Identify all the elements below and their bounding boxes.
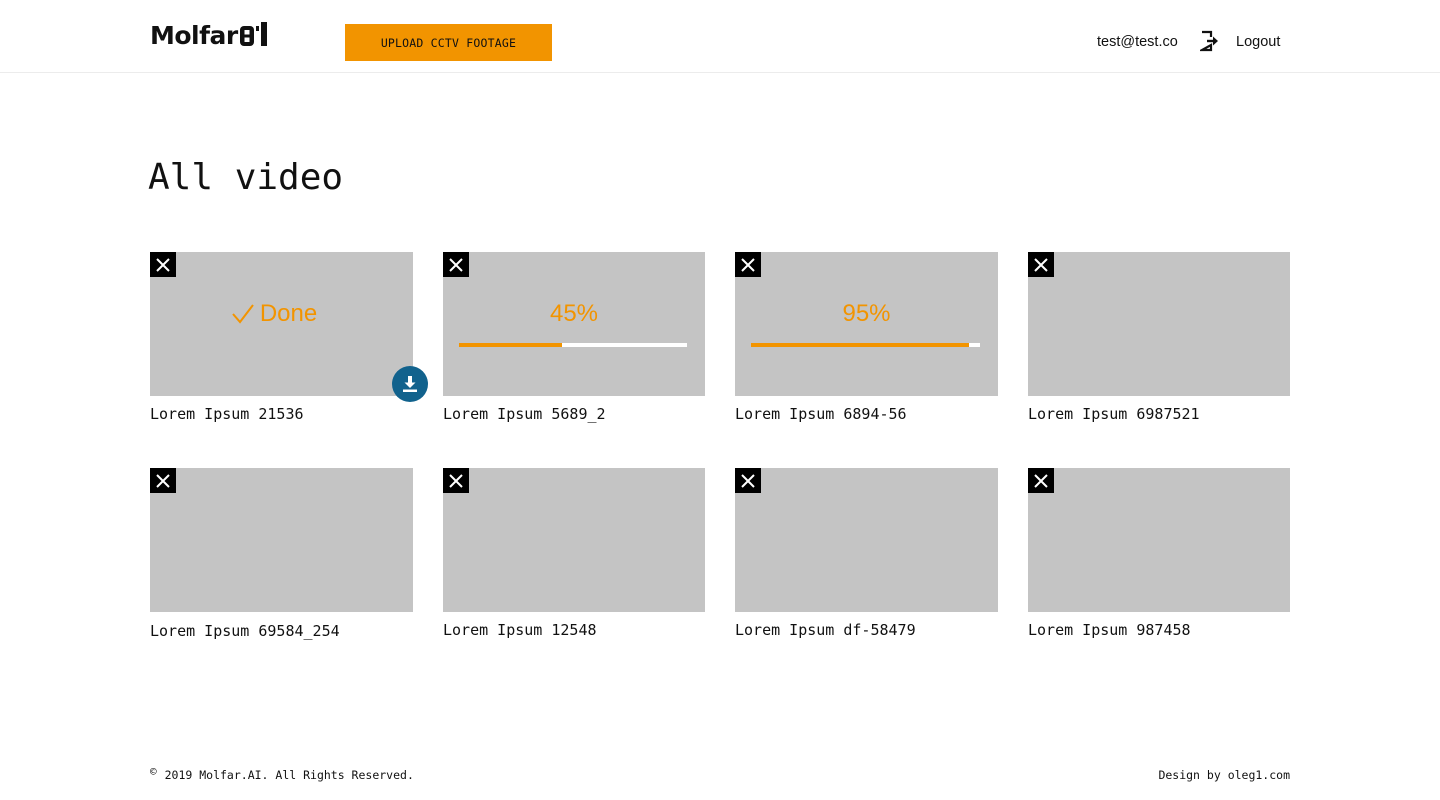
- video-thumbnail[interactable]: 45%: [443, 252, 705, 396]
- video-title: Lorem Ipsum 69584_254: [150, 622, 340, 640]
- video-card: Done Lorem Ipsum 21536: [150, 252, 428, 423]
- design-prefix: Design by: [1158, 768, 1221, 782]
- close-icon: [1034, 257, 1048, 272]
- close-icon: [1034, 473, 1048, 488]
- remove-video-button[interactable]: [1028, 468, 1054, 493]
- close-icon: [156, 257, 170, 272]
- remove-video-button[interactable]: [150, 252, 176, 277]
- upload-done-status: Done: [136, 300, 413, 328]
- video-card: Lorem Ipsum df-58479: [735, 468, 998, 639]
- video-title: Lorem Ipsum 987458: [1028, 621, 1191, 639]
- user-email: test@test.co: [1097, 34, 1178, 50]
- close-icon: [449, 257, 463, 272]
- copyright-text: 2019 Molfar.AI. All Rights Reserved.: [164, 768, 414, 782]
- download-button[interactable]: [392, 366, 428, 402]
- video-thumbnail[interactable]: [1028, 252, 1290, 396]
- video-title: Lorem Ipsum df-58479: [735, 621, 916, 639]
- upload-progress-fill: [459, 343, 562, 347]
- video-thumbnail[interactable]: 95%: [735, 252, 998, 396]
- designer-link[interactable]: oleg1.com: [1228, 768, 1290, 782]
- video-thumbnail[interactable]: [150, 468, 413, 612]
- video-card: 45% Lorem Ipsum 5689_2: [443, 252, 706, 423]
- close-icon: [741, 257, 755, 272]
- video-title: Lorem Ipsum 5689_2: [443, 405, 606, 423]
- video-title: Lorem Ipsum 6987521: [1028, 405, 1200, 423]
- logo-ai-mark: AI: [239, 21, 267, 46]
- upload-progress-bar: [459, 343, 687, 347]
- video-card: Lorem Ipsum 987458: [1028, 468, 1291, 639]
- top-bar: Molfar AI UPLOAD CCTV FOOTAGE test@test.…: [0, 0, 1440, 73]
- upload-progress-bar: [751, 343, 980, 347]
- remove-video-button[interactable]: [443, 468, 469, 493]
- page-title: All video: [148, 157, 344, 198]
- logo[interactable]: Molfar AI: [150, 20, 269, 50]
- check-icon: [232, 304, 254, 324]
- video-thumbnail[interactable]: [735, 468, 998, 612]
- remove-video-button[interactable]: [735, 252, 761, 277]
- done-label: Done: [259, 300, 318, 327]
- video-card: 95% Lorem Ipsum 6894-56: [735, 252, 998, 423]
- remove-video-button[interactable]: [443, 252, 469, 277]
- logout-link[interactable]: Logout: [1236, 34, 1280, 50]
- video-title: Lorem Ipsum 6894-56: [735, 405, 907, 423]
- close-icon: [741, 473, 755, 488]
- video-card: Lorem Ipsum 12548: [443, 468, 706, 639]
- footer-copyright: © 2019 Molfar.AI. All Rights Reserved.: [150, 765, 414, 782]
- logo-text: Molfar: [150, 20, 238, 50]
- video-card: Lorem Ipsum 69584_254: [150, 468, 413, 640]
- video-title: Lorem Ipsum 12548: [443, 621, 597, 639]
- video-thumbnail[interactable]: [1028, 468, 1290, 612]
- copyright-symbol: ©: [150, 765, 157, 778]
- upload-progress-percent: 45%: [549, 300, 599, 327]
- remove-video-button[interactable]: [735, 468, 761, 493]
- close-icon: [449, 473, 463, 488]
- remove-video-button[interactable]: [150, 468, 176, 493]
- video-title: Lorem Ipsum 21536: [150, 405, 304, 423]
- footer-design-credit: Design by oleg1.com: [1158, 768, 1290, 782]
- upload-progress-fill: [751, 343, 969, 347]
- logout-icon[interactable]: [1200, 30, 1220, 52]
- download-icon: [403, 376, 417, 392]
- upload-cctv-footage-button[interactable]: UPLOAD CCTV FOOTAGE: [345, 24, 552, 61]
- remove-video-button[interactable]: [1028, 252, 1054, 277]
- upload-progress-percent: 95%: [842, 300, 891, 327]
- video-thumbnail[interactable]: [443, 468, 705, 612]
- video-thumbnail[interactable]: Done: [150, 252, 428, 402]
- close-icon: [156, 473, 170, 488]
- video-card: Lorem Ipsum 6987521: [1028, 252, 1291, 423]
